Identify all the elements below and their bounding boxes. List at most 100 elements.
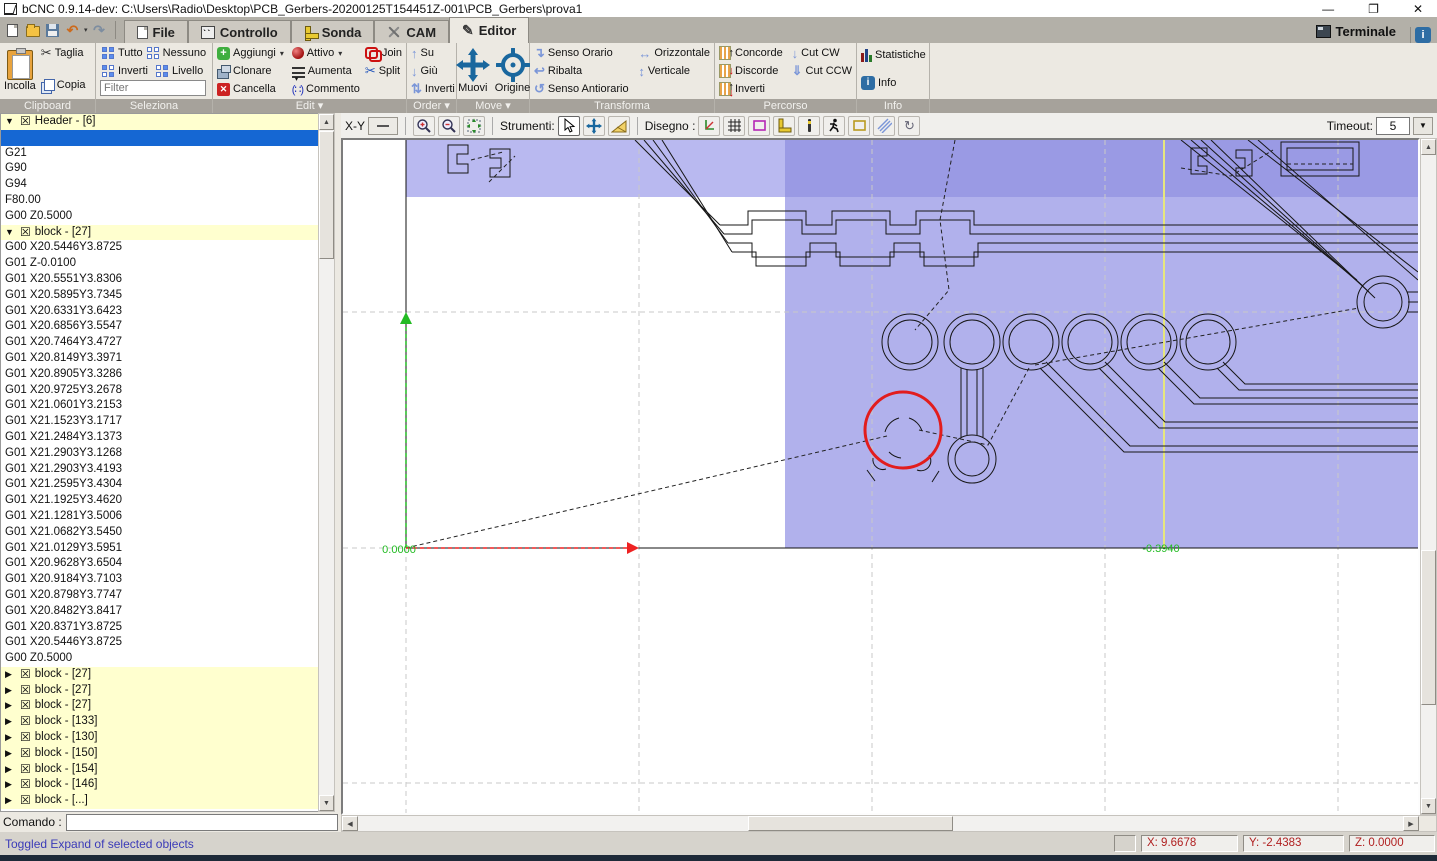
redo-button[interactable]: ↷ bbox=[91, 21, 108, 39]
view-select-button[interactable] bbox=[368, 117, 398, 135]
new-file-button[interactable] bbox=[4, 21, 21, 39]
tree-row-gcode[interactable]: G01 X21.2903Y3.4193 bbox=[1, 462, 318, 478]
enable-checkbox-icon[interactable]: ☒ bbox=[20, 667, 31, 683]
tree-row-block[interactable]: ▶☒block - [27] bbox=[1, 667, 318, 683]
toggle-paths-button[interactable] bbox=[873, 116, 895, 136]
expand-icon[interactable]: ▶ bbox=[5, 730, 16, 746]
filter-input[interactable] bbox=[100, 80, 206, 96]
muovi-button[interactable]: Muovi bbox=[454, 44, 492, 98]
tree-row-block[interactable]: ▶☒block - [...] bbox=[1, 793, 318, 809]
percorso-inverti-button[interactable]: ↑↓ Inverti bbox=[717, 80, 789, 98]
expand-icon[interactable]: ▼ bbox=[5, 114, 16, 130]
tree-row-block[interactable]: ▶☒block - [130] bbox=[1, 730, 318, 746]
info-button[interactable]: i Info bbox=[859, 74, 927, 92]
tree-row-gcode[interactable]: G01 X21.2903Y3.1268 bbox=[1, 446, 318, 462]
tree-row-gcode[interactable]: G01 X21.1925Y3.4620 bbox=[1, 493, 318, 509]
tab-editor[interactable]: ✎ Editor bbox=[449, 17, 529, 43]
undo-button[interactable]: ↶ bbox=[64, 21, 81, 39]
tree-row-gcode[interactable]: G01 X21.1281Y3.5006 bbox=[1, 509, 318, 525]
cancella-button[interactable]: ✕ Cancella bbox=[215, 80, 289, 98]
tree-row-block[interactable]: ▼☒Header - [6] bbox=[1, 114, 318, 130]
tree-scrollbar[interactable]: ▲ ▼ bbox=[318, 113, 335, 812]
tree-row-block[interactable]: ▶☒block - [154] bbox=[1, 762, 318, 778]
gcode-canvas[interactable]: 0.0000 -0.3940 bbox=[341, 138, 1420, 815]
incolla-button[interactable]: Incolla bbox=[2, 44, 38, 98]
tree-row-gcode[interactable]: G01 X20.9725Y3.2678 bbox=[1, 383, 318, 399]
tree-row-gcode[interactable]: G01 X20.5895Y3.7345 bbox=[1, 288, 318, 304]
toggle-rapids-button[interactable] bbox=[823, 116, 845, 136]
tree-row-gcode[interactable]: G21 bbox=[1, 146, 318, 162]
expand-icon[interactable]: ▶ bbox=[5, 746, 16, 762]
expand-icon[interactable]: ▶ bbox=[5, 698, 16, 714]
tree-row-block[interactable]: ▶☒block - [27] bbox=[1, 683, 318, 699]
tree-row-gcode[interactable]: G01 X21.0682Y3.5450 bbox=[1, 525, 318, 541]
tree-row-gcode[interactable]: G01 Z-0.0100 bbox=[1, 256, 318, 272]
senso-antiorario-button[interactable]: ↺ Senso Antiorario bbox=[532, 80, 635, 98]
enable-checkbox-icon[interactable]: ☒ bbox=[20, 746, 31, 762]
open-file-button[interactable] bbox=[24, 21, 41, 39]
tab-controllo[interactable]: Controllo bbox=[188, 20, 291, 43]
cut-cw-button[interactable]: ↓ Cut CW bbox=[790, 44, 854, 62]
tree-row-gcode[interactable]: G94 bbox=[1, 177, 318, 193]
tab-file[interactable]: File bbox=[124, 20, 188, 43]
undo-dropdown-icon[interactable]: ▾ bbox=[84, 26, 88, 34]
tree-row-gcode[interactable]: G01 X20.6856Y3.5547 bbox=[1, 319, 318, 335]
canvas-hscroll-thumb[interactable] bbox=[748, 816, 953, 831]
tree-row-gcode[interactable]: G01 X20.9628Y3.6504 bbox=[1, 556, 318, 572]
tree-row-gcode[interactable]: G01 X21.2595Y3.4304 bbox=[1, 477, 318, 493]
discorde-button[interactable]: ↓ Discorde bbox=[717, 62, 789, 80]
concorde-button[interactable]: ↑ Concorde bbox=[717, 44, 789, 62]
tree-row-block[interactable]: ▶☒block - [150] bbox=[1, 746, 318, 762]
ribalta-button[interactable]: ↩ Ribalta bbox=[532, 62, 635, 80]
tree-row-gcode[interactable]: G01 X20.8798Y3.7747 bbox=[1, 588, 318, 604]
tool-pan-button[interactable] bbox=[583, 116, 605, 136]
copia-button[interactable]: Copia bbox=[39, 76, 88, 94]
timeout-value[interactable]: 5 bbox=[1376, 117, 1410, 135]
tree-row-gcode[interactable]: G01 X20.5551Y3.8306 bbox=[1, 272, 318, 288]
aggiungi-dropdown-icon[interactable]: ▾ bbox=[280, 49, 284, 58]
tree-row-gcode[interactable]: G01 X21.1523Y3.1717 bbox=[1, 414, 318, 430]
gcode-tree[interactable]: ▼☒Header - [6]G21G90G94F80.00G00 Z0.5000… bbox=[0, 113, 318, 812]
clonare-button[interactable]: Clonare bbox=[215, 62, 289, 80]
timeout-dropdown-icon[interactable]: ▼ bbox=[1413, 117, 1433, 135]
seleziona-livello-button[interactable]: Livello bbox=[154, 62, 205, 80]
taglia-button[interactable]: ✂ Taglia bbox=[39, 44, 88, 62]
tree-row-block[interactable]: ▶☒block - [146] bbox=[1, 777, 318, 793]
split-button[interactable]: ✂ Split bbox=[363, 62, 404, 80]
giu-button[interactable]: ↓ Giù bbox=[409, 62, 454, 80]
statistiche-button[interactable]: Statistiche bbox=[859, 46, 927, 64]
enable-checkbox-icon[interactable]: ☒ bbox=[20, 114, 31, 130]
enable-checkbox-icon[interactable]: ☒ bbox=[20, 698, 31, 714]
tree-scroll-up-icon[interactable]: ▲ bbox=[319, 114, 334, 130]
canvas-scroll-right-icon[interactable]: ▶ bbox=[1403, 816, 1419, 831]
tab-cam[interactable]: CAM bbox=[374, 20, 449, 43]
tree-row-selected[interactable] bbox=[1, 130, 318, 146]
tree-row-gcode[interactable]: G01 X20.8149Y3.3971 bbox=[1, 351, 318, 367]
tree-row-gcode[interactable]: G90 bbox=[1, 161, 318, 177]
canvas-scroll-left-icon[interactable]: ◀ bbox=[342, 816, 358, 831]
tree-row-gcode[interactable]: G01 X20.8905Y3.3286 bbox=[1, 367, 318, 383]
toggle-grid-button[interactable] bbox=[723, 116, 745, 136]
save-button[interactable] bbox=[44, 21, 61, 39]
attivo-button[interactable]: Attivo ▾ bbox=[290, 44, 362, 62]
expand-icon[interactable]: ▶ bbox=[5, 762, 16, 778]
su-button[interactable]: ↑ Su bbox=[409, 44, 454, 62]
verticale-button[interactable]: ↕ Verticale bbox=[636, 62, 712, 80]
expand-icon[interactable]: ▶ bbox=[5, 777, 16, 793]
tree-row-gcode[interactable]: G00 Z0.5000 bbox=[1, 651, 318, 667]
tree-row-gcode[interactable]: G01 X20.9184Y3.7103 bbox=[1, 572, 318, 588]
tree-row-gcode[interactable]: G00 Z0.5000 bbox=[1, 209, 318, 225]
tree-row-gcode[interactable]: G01 X20.8371Y3.8725 bbox=[1, 620, 318, 636]
seleziona-tutto-button[interactable]: Tutto bbox=[100, 44, 145, 62]
orizzontale-button[interactable]: ↔ Orizzontale bbox=[636, 44, 712, 62]
join-button[interactable]: Join bbox=[363, 44, 404, 62]
expand-icon[interactable]: ▶ bbox=[5, 667, 16, 683]
tree-row-gcode[interactable]: G01 X20.7464Y3.4727 bbox=[1, 335, 318, 351]
tree-row-block[interactable]: ▶☒block - [27] bbox=[1, 698, 318, 714]
restore-button[interactable]: ❐ bbox=[1368, 2, 1379, 16]
order-inverti-button[interactable]: ⇅ Inverti bbox=[409, 80, 454, 98]
commento-button[interactable]: (∷) Commento bbox=[290, 80, 362, 98]
expand-icon[interactable]: ▶ bbox=[5, 714, 16, 730]
tree-row-gcode[interactable]: G01 X20.5446Y3.8725 bbox=[1, 635, 318, 651]
comando-input[interactable] bbox=[66, 814, 338, 831]
